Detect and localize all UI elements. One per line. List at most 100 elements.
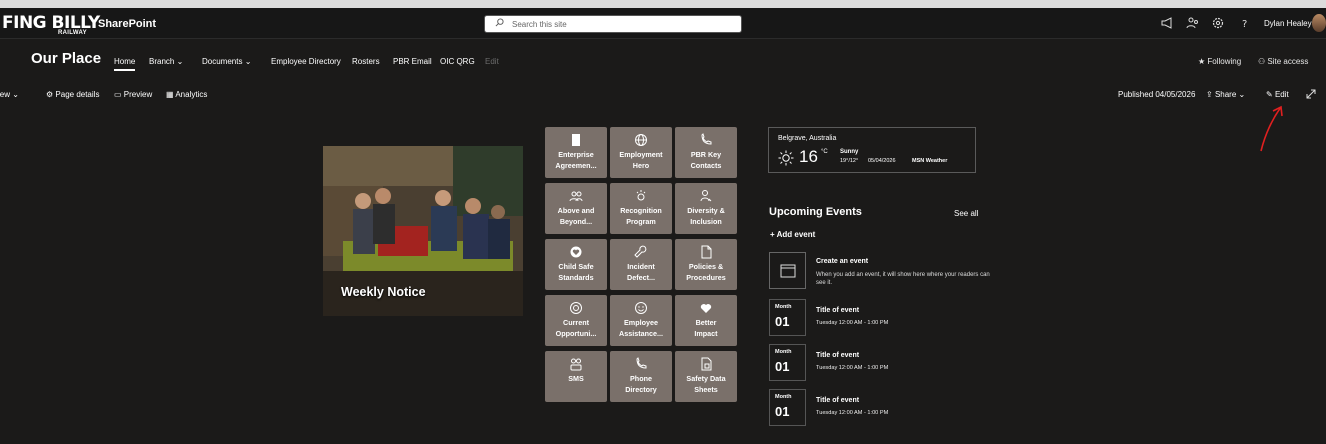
- quick-link-tile[interactable]: Employee Assistance...: [610, 295, 672, 346]
- phone-icon: [701, 133, 712, 145]
- calendar-icon: [780, 264, 796, 278]
- event-date-box[interactable]: Month 01: [769, 344, 806, 381]
- chevron-down-icon: ⌄: [244, 57, 252, 66]
- weather-unit: °C: [821, 149, 828, 155]
- app-name[interactable]: SharePoint: [98, 18, 156, 30]
- nav-branch[interactable]: Branch ⌄: [149, 57, 183, 66]
- nav-pbr-email[interactable]: PBR Email: [393, 57, 432, 66]
- annotation-arrow: [1260, 105, 1283, 152]
- nav-documents-label: Documents: [202, 57, 243, 66]
- pencil-icon: ✎: [1266, 90, 1273, 99]
- page-details-button[interactable]: ⚙ Page details: [46, 90, 99, 99]
- quick-link-tile[interactable]: Above and Beyond...: [545, 183, 607, 234]
- heart-circle-icon: [570, 246, 582, 258]
- following-label: Following: [1207, 57, 1242, 66]
- wrench-icon: [634, 245, 647, 258]
- hero-title[interactable]: Weekly Notice: [341, 285, 426, 299]
- chevron-down-icon: ⌄: [176, 57, 184, 66]
- quick-link-tile[interactable]: SMS: [545, 351, 607, 402]
- nav-edit[interactable]: Edit: [485, 57, 499, 66]
- edit-button[interactable]: ✎ Edit: [1266, 90, 1289, 99]
- nav-oic-qrg[interactable]: OIC QRG: [440, 57, 475, 66]
- search-input[interactable]: Search this site: [484, 15, 742, 33]
- event-month: Month: [775, 304, 792, 310]
- quick-link-tile[interactable]: Incident Defect...: [610, 239, 672, 290]
- event-month: Month: [775, 394, 792, 400]
- heart-icon: [700, 304, 712, 313]
- weather-condition: Sunny: [840, 149, 859, 155]
- quick-link-tile[interactable]: PBR Key Contacts: [675, 127, 737, 178]
- search-placeholder: Search this site: [512, 20, 567, 29]
- phone-icon: [636, 357, 647, 369]
- expand-icon[interactable]: [1304, 88, 1318, 100]
- avatar[interactable]: [1312, 14, 1326, 32]
- weather-source[interactable]: MSN Weather: [912, 158, 947, 164]
- create-event-box[interactable]: [769, 252, 806, 289]
- people-icon: [569, 191, 583, 202]
- analytics-label: Analytics: [175, 90, 208, 99]
- new-label: New: [0, 90, 11, 99]
- quick-link-label: PBR Key Contacts: [690, 150, 722, 170]
- share-icon: ⇪: [1206, 90, 1213, 99]
- quick-link-label: Current Opportuni...: [555, 318, 597, 338]
- site-access-button[interactable]: ⚇ Site access: [1258, 57, 1308, 66]
- site-access-label: Site access: [1267, 57, 1309, 66]
- nav-rosters[interactable]: Rosters: [352, 57, 380, 66]
- create-event-title[interactable]: Create an event: [816, 258, 868, 265]
- preview-button[interactable]: ▭ Preview: [114, 90, 152, 99]
- event-date-box[interactable]: Month 01: [769, 389, 806, 426]
- page-details-label: Page details: [55, 90, 100, 99]
- site-title[interactable]: Our Place: [31, 50, 101, 67]
- event-title[interactable]: Title of event: [816, 352, 859, 359]
- nav-employee-directory[interactable]: Employee Directory: [271, 57, 341, 66]
- quick-link-tile[interactable]: Better Impact: [675, 295, 737, 346]
- quick-link-tile[interactable]: Recognition Program: [610, 183, 672, 234]
- user-name[interactable]: Dylan Healey: [1264, 19, 1312, 28]
- org-logo-sub: RAILWAY: [58, 30, 87, 36]
- gear-icon: ⚙: [46, 90, 54, 99]
- chevron-down-icon: ⌄: [12, 90, 19, 99]
- page-icon: [701, 245, 712, 259]
- weather-location: Belgrave, Australia: [778, 135, 837, 142]
- preview-icon: ▭: [114, 90, 122, 99]
- sun-icon: [778, 150, 794, 166]
- event-title[interactable]: Title of event: [816, 397, 859, 404]
- person-icon: [700, 190, 712, 202]
- celebrate-icon: [636, 190, 646, 201]
- quick-link-tile[interactable]: Policies & Procedures: [675, 239, 737, 290]
- help-icon[interactable]: ?: [1238, 16, 1252, 30]
- event-date-box[interactable]: Month 01: [769, 299, 806, 336]
- megaphone-icon[interactable]: [1160, 16, 1174, 30]
- chevron-down-icon: ⌄: [1238, 90, 1246, 99]
- quick-link-tile[interactable]: Employment Hero: [610, 127, 672, 178]
- quick-link-tile[interactable]: Diversity & Inclusion: [675, 183, 737, 234]
- smiley-icon: [635, 302, 647, 314]
- quick-link-tile[interactable]: Enterprise Agreemen...: [545, 127, 607, 178]
- quick-link-tile[interactable]: Safety Data Sheets: [675, 351, 737, 402]
- event-title[interactable]: Title of event: [816, 307, 859, 314]
- add-event-button[interactable]: + Add event: [770, 230, 815, 239]
- analytics-icon: ▦: [166, 90, 174, 99]
- quick-link-label: Enterprise Agreemen...: [555, 150, 597, 170]
- quick-link-label: Recognition Program: [620, 206, 662, 226]
- event-month: Month: [775, 349, 792, 355]
- event-time: Tuesday 12:00 AM - 1:00 PM: [816, 320, 889, 326]
- weather-card[interactable]: Belgrave, Australia 16 °C Sunny 19°/12° …: [768, 127, 976, 173]
- analytics-button[interactable]: ▦ Analytics: [166, 90, 207, 99]
- published-status: Published 04/05/2026: [1118, 90, 1196, 99]
- badge-icon: [570, 302, 582, 314]
- quick-link-tile[interactable]: Child Safe Standards: [545, 239, 607, 290]
- following-button[interactable]: ★ Following: [1198, 57, 1241, 66]
- new-button[interactable]: New ⌄: [0, 90, 19, 99]
- team-icon: [570, 358, 582, 371]
- nav-home[interactable]: Home: [114, 57, 136, 71]
- weather-range: 19°/12°: [840, 158, 859, 164]
- see-all-link[interactable]: See all: [954, 209, 978, 218]
- gear-icon[interactable]: [1211, 16, 1225, 30]
- share-people-icon[interactable]: [1186, 16, 1200, 30]
- nav-documents[interactable]: Documents ⌄: [202, 57, 251, 66]
- quick-link-tile[interactable]: Current Opportuni...: [545, 295, 607, 346]
- edit-label: Edit: [1274, 90, 1289, 99]
- share-button[interactable]: ⇪ Share ⌄: [1206, 90, 1245, 99]
- quick-link-tile[interactable]: Phone Directory: [610, 351, 672, 402]
